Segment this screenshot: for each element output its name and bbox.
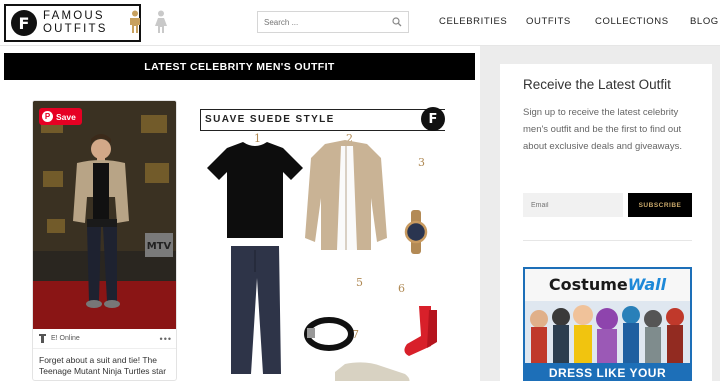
newsletter-title: Receive the Latest Outfit — [523, 77, 671, 92]
collage-title-box: SUAVE SUEDE STYLE — [200, 109, 445, 131]
watch-image[interactable] — [404, 210, 428, 254]
pin-card[interactable]: MTV P Save E! Online ••• Forget about a … — [32, 100, 177, 381]
ad-brand-part-2: Wall — [627, 275, 667, 294]
logo-line-2: OUTFITS — [43, 23, 108, 35]
newsletter-text: Sign up to receive the latest celebrity … — [523, 107, 682, 152]
pin-source-row: E! Online ••• — [33, 329, 176, 349]
logo-line-1: FAMOUS — [43, 10, 105, 22]
belt-image[interactable] — [304, 317, 354, 351]
page: F FAMOUS OUTFITS CELEBRITIES OUTFITS COL… — [0, 0, 720, 381]
nav-outfits[interactable]: OUTFITS — [526, 16, 571, 27]
nav-blog[interactable]: BLOG — [690, 16, 719, 27]
celebrity-photo[interactable]: MTV — [33, 101, 177, 329]
main-content: LATEST CELEBRITY MEN'S OUTFIT MTV P Save… — [0, 46, 480, 381]
search-input[interactable] — [258, 12, 382, 33]
jacket-image[interactable] — [305, 140, 387, 250]
subscribe-button[interactable]: SUBSCRIBE — [628, 193, 692, 217]
outfit-collage — [207, 140, 437, 381]
email-field[interactable] — [523, 193, 623, 217]
site-logo[interactable]: F FAMOUS OUTFITS — [4, 4, 141, 42]
search-box[interactable] — [257, 11, 409, 33]
male-icon[interactable] — [128, 10, 142, 34]
section-banner: LATEST CELEBRITY MEN'S OUTFIT — [4, 53, 475, 80]
pin-source[interactable]: E! Online — [51, 335, 80, 342]
nav-celebrities[interactable]: CELEBRITIES — [439, 16, 507, 27]
site-header: F FAMOUS OUTFITS CELEBRITIES OUTFITS COL… — [0, 0, 720, 46]
pin-description: Forget about a suit and tie! The Teenage… — [39, 355, 167, 376]
save-button[interactable]: P Save — [39, 108, 82, 125]
svg-text:MTV: MTV — [147, 241, 172, 252]
source-icon — [39, 334, 46, 343]
socks-image[interactable] — [404, 306, 437, 356]
divider — [523, 240, 692, 241]
ad-brand: CostumeWall — [525, 275, 690, 294]
sneakers-image[interactable] — [335, 362, 410, 381]
more-options-icon[interactable]: ••• — [160, 334, 172, 344]
female-icon[interactable] — [154, 10, 168, 34]
collage-logo: F — [421, 107, 445, 131]
jeans-image[interactable] — [231, 246, 281, 374]
costume-wall-ad[interactable]: CostumeWall DRESS LIKE YOUR — [523, 267, 692, 381]
save-label: Save — [56, 111, 76, 122]
collage-title: SUAVE SUEDE STYLE — [205, 114, 335, 125]
logo-mark: F — [11, 10, 37, 36]
logo-text: FAMOUS OUTFITS — [43, 10, 108, 36]
sidebar: Receive the Latest Outfit Sign up to rec… — [500, 64, 712, 381]
tshirt-image[interactable] — [207, 142, 303, 238]
ad-tagline: DRESS LIKE YOUR — [525, 363, 690, 379]
pinterest-icon: P — [42, 111, 53, 122]
search-icon[interactable] — [392, 17, 402, 27]
ad-brand-part-1: Costume — [548, 275, 628, 294]
nav-collections[interactable]: COLLECTIONS — [595, 16, 669, 27]
